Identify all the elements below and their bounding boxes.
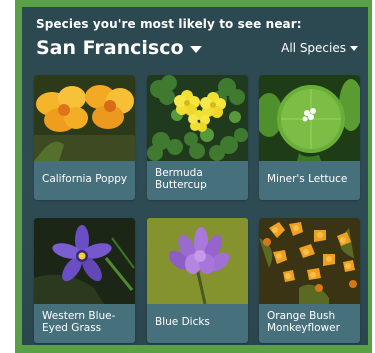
species-photo	[147, 75, 248, 161]
species-photo	[259, 218, 360, 304]
species-name: Miner's Lettuce	[267, 172, 348, 185]
species-name: Bermuda Buttercup	[155, 166, 207, 191]
species-name: Western Blue-Eyed Grass	[42, 309, 116, 334]
species-name: California Poppy	[42, 172, 128, 185]
species-photo	[34, 218, 135, 304]
species-card[interactable]: Orange Bush Monkeyflower	[259, 218, 360, 343]
panel-subtitle: Species you're most likely to see near:	[36, 17, 302, 31]
western-blue-eyed-grass-image	[34, 218, 135, 304]
species-panel: Species you're most likely to see near: …	[22, 7, 368, 345]
species-name: Blue Dicks	[155, 315, 210, 328]
species-card[interactable]: California Poppy	[34, 75, 135, 200]
blue-dicks-image	[147, 218, 248, 304]
location-label: San Francisco	[36, 37, 184, 59]
miners-lettuce-image	[259, 75, 360, 161]
location-selector[interactable]: San Francisco	[36, 37, 202, 59]
bermuda-buttercup-image	[147, 75, 248, 161]
species-photo	[147, 218, 248, 304]
species-photo	[259, 75, 360, 161]
species-card[interactable]: Miner's Lettuce	[259, 75, 360, 200]
species-card[interactable]: Western Blue-Eyed Grass	[34, 218, 135, 343]
caret-down-icon	[350, 46, 358, 51]
california-poppy-image	[34, 75, 135, 161]
species-filter-label: All Species	[281, 41, 346, 55]
species-photo	[34, 75, 135, 161]
orange-bush-monkeyflower-image	[259, 218, 360, 304]
species-name: Orange Bush Monkeyflower	[267, 309, 340, 334]
species-filter-dropdown[interactable]: All Species	[281, 41, 358, 55]
species-card[interactable]: Blue Dicks	[147, 218, 248, 343]
caret-down-icon	[189, 45, 202, 53]
species-card[interactable]: Bermuda Buttercup	[147, 75, 248, 200]
